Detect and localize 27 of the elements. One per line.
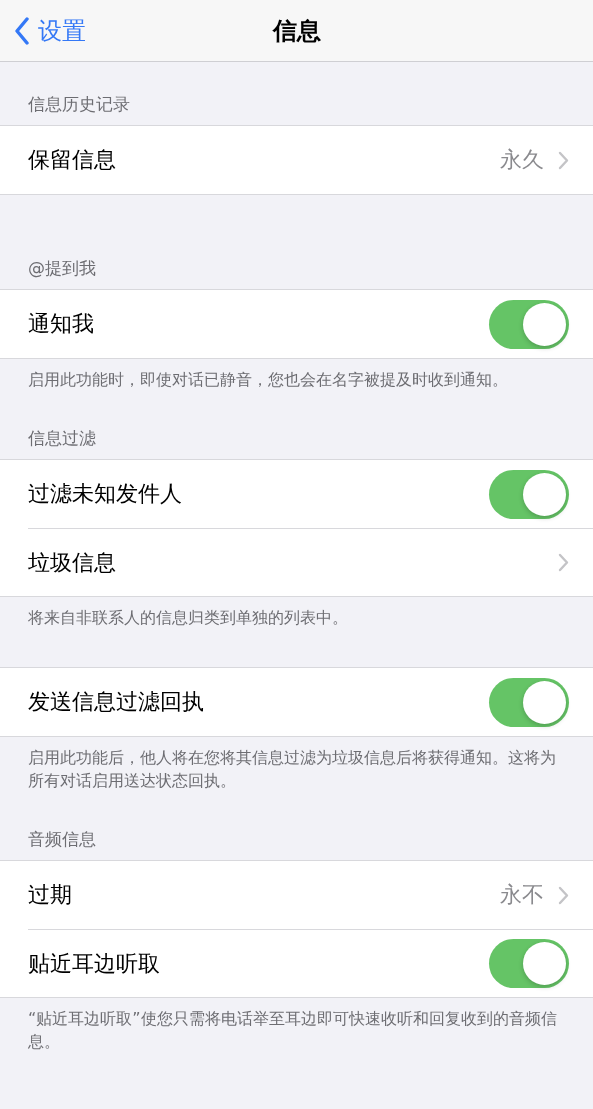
row-label: 过期	[28, 881, 73, 909]
section-header: @提到我	[27, 257, 97, 280]
row-label: 垃圾信息	[28, 548, 117, 577]
toggle-switch[interactable]	[489, 677, 569, 727]
row-label: 贴近耳边听取	[28, 949, 161, 978]
section-footer: “贴近耳边听取”使您只需将电话举至耳边即可快速收听和回复收到的音频信息。	[0, 998, 593, 1053]
chevron-right-icon[interactable]	[558, 150, 569, 170]
row-label: 通知我	[28, 310, 95, 338]
row-value: 永久	[500, 146, 544, 174]
section-header: 音频信息	[27, 828, 97, 851]
chevron-left-icon	[14, 16, 30, 45]
chevron-right-icon[interactable]	[558, 553, 569, 572]
section-header: 信息历史记录	[27, 93, 131, 116]
row-label: 保留信息	[28, 146, 117, 174]
row-value: 永不	[500, 881, 544, 909]
toggle-switch[interactable]	[489, 299, 569, 349]
page-title: 信息	[272, 15, 321, 47]
section-footer: 启用此功能时，即使对话已静音，您也会在名字被提及时收到通知。	[0, 359, 593, 391]
chevron-right-icon[interactable]	[558, 885, 569, 905]
section-footer: 将来自非联系人的信息归类到单独的列表中。	[0, 597, 593, 629]
section-footer: 启用此功能后，他人将在您将其信息过滤为垃圾信息后将获得通知。这将为所有对话启用送达状态回执。	[0, 737, 593, 792]
back-button[interactable]: 设置	[0, 14, 86, 47]
row-label: 过滤未知发件人	[28, 480, 183, 508]
toggle-switch[interactable]	[489, 939, 569, 988]
toggle-switch[interactable]	[489, 469, 569, 519]
row-label: 发送信息过滤回执	[28, 688, 205, 716]
section-header: 信息过滤	[27, 427, 97, 450]
